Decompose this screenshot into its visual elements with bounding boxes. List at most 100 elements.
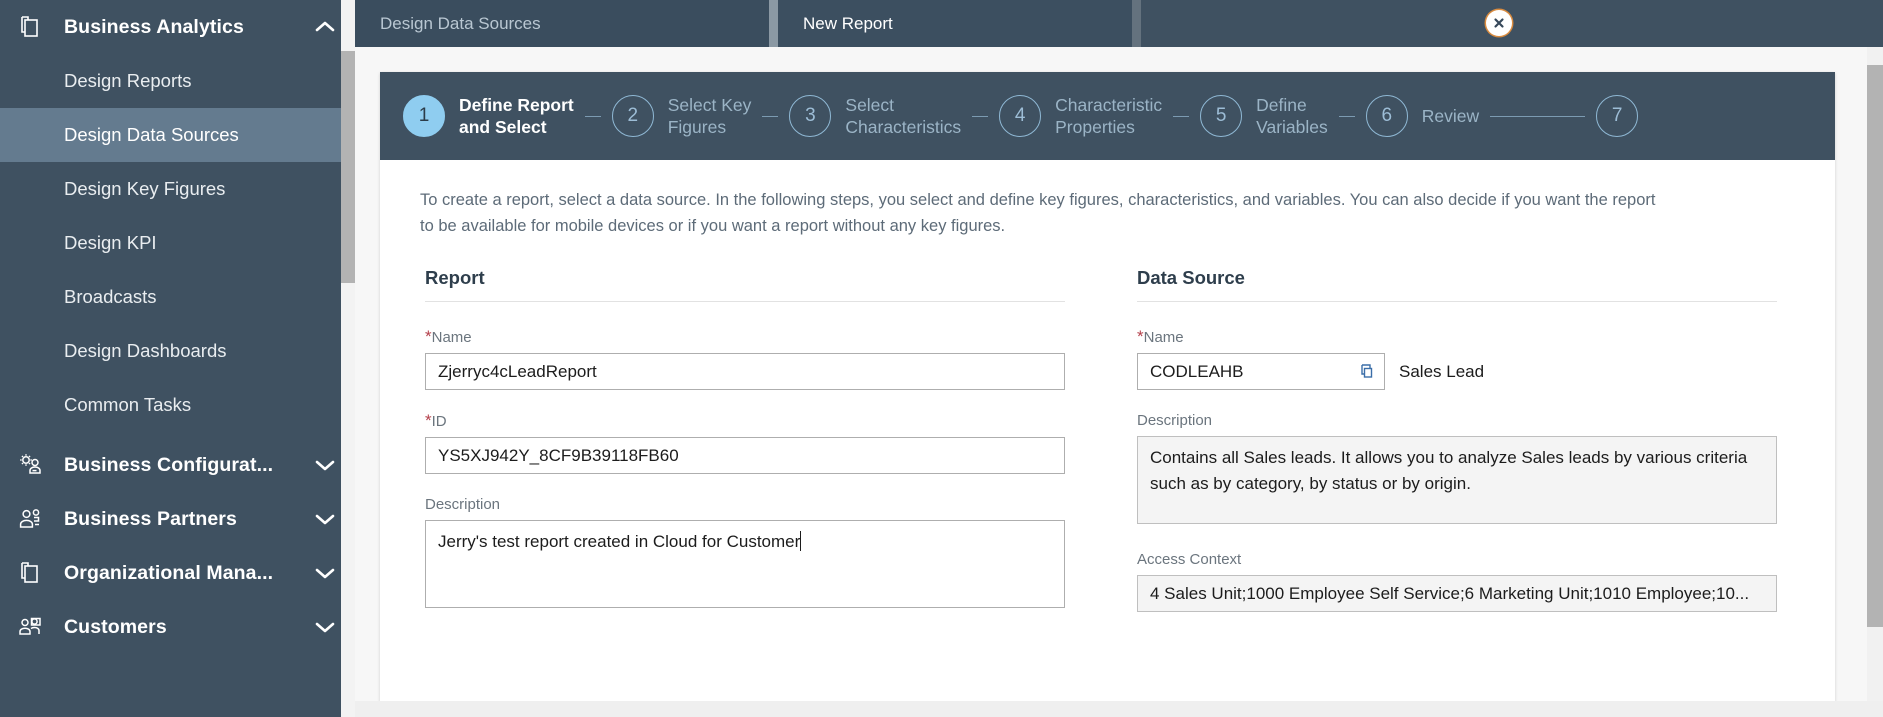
intro-text: To create a report, select a data source… xyxy=(420,191,1656,235)
sidebar-group-organizational-management[interactable]: Organizational Mana... xyxy=(0,546,355,600)
report-name-label: *Name xyxy=(425,328,1065,346)
wizard-step-2[interactable]: 2 Select Key Figures xyxy=(611,94,752,138)
data-source-name-label: *Name xyxy=(1137,328,1777,346)
data-source-name-text: Sales Lead xyxy=(1399,361,1485,381)
report-name-input[interactable] xyxy=(425,353,1065,390)
two-people-icon xyxy=(18,506,52,532)
report-description-textarea[interactable]: Jerry's test report created in Cloud for… xyxy=(425,520,1065,608)
copy-documents-icon xyxy=(18,14,52,40)
sidebar-item-label: Design Dashboards xyxy=(64,340,227,361)
report-id-label: *ID xyxy=(425,412,1065,430)
wizard-step-label: Review xyxy=(1421,106,1480,126)
report-section-title: Report xyxy=(425,267,485,288)
report-section: Report *Name *ID Description Jerry's tes… xyxy=(425,267,1065,634)
sidebar-item-label: Common Tasks xyxy=(64,394,192,415)
wizard-steps: 1 Define Report and Select 2 Select Key … xyxy=(380,72,1835,160)
label-text: ID xyxy=(431,413,447,430)
wizard-connector xyxy=(1338,115,1355,117)
wizard-step-number: 2 xyxy=(611,95,654,137)
wizard-step-label: Select Key Figures xyxy=(667,95,752,137)
tab-label: New Report xyxy=(803,13,893,33)
sidebar-group-business-partners[interactable]: Business Partners xyxy=(0,492,355,546)
chevron-down-icon[interactable] xyxy=(313,620,337,634)
wizard-step-label: Characteristic Properties xyxy=(1055,95,1163,137)
sidebar-item-common-tasks[interactable]: Common Tasks xyxy=(0,378,355,432)
sidebar-item-label: Design Reports xyxy=(64,70,192,91)
wizard-connector xyxy=(1490,115,1586,117)
sidebar-group-label: Business Analytics xyxy=(64,15,244,38)
data-source-description-label: Description xyxy=(1137,412,1213,429)
data-source-name-input[interactable] xyxy=(1137,353,1385,390)
label-text: Name xyxy=(431,329,472,346)
sidebar-item-label: Design Key Figures xyxy=(64,178,226,199)
wizard-step-number: 6 xyxy=(1365,95,1408,137)
required-asterisk: * xyxy=(425,411,432,430)
text-caret xyxy=(800,531,802,551)
access-context-input[interactable] xyxy=(1137,575,1777,612)
section-divider xyxy=(1137,301,1777,302)
section-divider xyxy=(425,301,1065,302)
sidebar-item-design-dashboards[interactable]: Design Dashboards xyxy=(0,324,355,378)
wizard-step-6[interactable]: 6 Review xyxy=(1365,95,1480,137)
chevron-down-icon[interactable] xyxy=(313,458,337,472)
report-description-value: Jerry's test report created in Cloud for… xyxy=(438,532,801,551)
wizard-connector xyxy=(762,115,779,117)
tab-bar: Design Data Sources New Report xyxy=(355,0,1883,47)
wizard-step-5[interactable]: 5 Define Variables xyxy=(1200,94,1328,138)
report-description-field: Description Jerry's test report created … xyxy=(425,496,1065,608)
gear-person-icon xyxy=(18,452,52,478)
data-source-name-input-wrap xyxy=(1137,353,1385,390)
chevron-down-icon[interactable] xyxy=(313,566,337,580)
sidebar-group-label: Customers xyxy=(64,615,167,638)
wizard-step-label: Define Variables xyxy=(1256,95,1328,137)
sidebar-scrollbar-thumb[interactable] xyxy=(341,51,355,283)
data-source-description-textarea[interactable]: Contains all Sales leads. It allows you … xyxy=(1137,436,1777,524)
wizard-step-3[interactable]: 3 Select Characteristics xyxy=(789,94,961,138)
wizard-step-7[interactable]: 7 xyxy=(1596,95,1639,137)
label-text: Name xyxy=(1143,329,1184,346)
application-root: Business Analytics Design Reports Design… xyxy=(0,0,1883,717)
wizard-step-number: 5 xyxy=(1200,95,1243,137)
report-name-field: *Name xyxy=(425,328,1065,390)
wizard-step-label: Define Report and Select xyxy=(459,95,574,137)
wizard-step-4[interactable]: 4 Characteristic Properties xyxy=(999,94,1162,138)
wizard-step-number: 3 xyxy=(789,95,832,137)
chevron-up-icon[interactable] xyxy=(313,20,337,34)
sidebar-item-label: Design Data Sources xyxy=(64,124,239,145)
access-context-label: Access Context xyxy=(1137,551,1242,568)
data-source-description-field: Description Contains all Sales leads. It… xyxy=(1137,412,1777,529)
sidebar-group-business-configuration[interactable]: Business Configurat... xyxy=(0,438,355,492)
data-source-name-field: *Name Sales xyxy=(1137,328,1777,390)
value-help-icon[interactable] xyxy=(1350,354,1384,389)
sidebar-group-customers[interactable]: Customers xyxy=(0,600,355,654)
sidebar-group-label: Business Configurat... xyxy=(64,453,274,476)
data-source-name-row: Sales Lead xyxy=(1137,353,1777,390)
access-context-field: Access Context xyxy=(1137,551,1777,612)
sidebar-item-design-key-figures[interactable]: Design Key Figures xyxy=(0,162,355,216)
data-source-section: Data Source *Name CODLEAHB Sales Lead De… xyxy=(1137,267,1777,634)
tab-new-report[interactable]: New Report xyxy=(778,0,1132,47)
sidebar-item-label: Broadcasts xyxy=(64,286,157,307)
copy-documents-icon xyxy=(18,560,52,586)
tab-label: Design Data Sources xyxy=(380,13,541,33)
sidebar-item-broadcasts[interactable]: Broadcasts xyxy=(0,270,355,324)
sidebar-group-business-analytics[interactable]: Business Analytics xyxy=(0,0,355,54)
chevron-down-icon[interactable] xyxy=(313,512,337,526)
wizard-connector xyxy=(584,115,601,117)
tab-design-data-sources[interactable]: Design Data Sources xyxy=(355,0,769,47)
data-source-section-title: Data Source xyxy=(1137,267,1245,288)
sidebar-item-label: Design KPI xyxy=(64,232,157,253)
wizard-connector xyxy=(972,115,989,117)
people-group-icon xyxy=(18,614,52,640)
sidebar-item-design-data-sources[interactable]: Design Data Sources xyxy=(0,108,355,162)
wizard-step-1[interactable]: 1 Define Report and Select xyxy=(403,94,574,138)
content-scrollbar-thumb[interactable] xyxy=(1867,65,1883,627)
tab-divider xyxy=(769,0,778,47)
report-id-field: *ID xyxy=(425,412,1065,474)
sidebar-item-design-kpi[interactable]: Design KPI xyxy=(0,216,355,270)
sidebar-item-design-reports[interactable]: Design Reports xyxy=(0,54,355,108)
report-description-label: Description xyxy=(425,496,501,513)
close-icon[interactable] xyxy=(1486,10,1512,36)
wizard-connector xyxy=(1173,115,1190,117)
report-id-input[interactable] xyxy=(425,437,1065,474)
